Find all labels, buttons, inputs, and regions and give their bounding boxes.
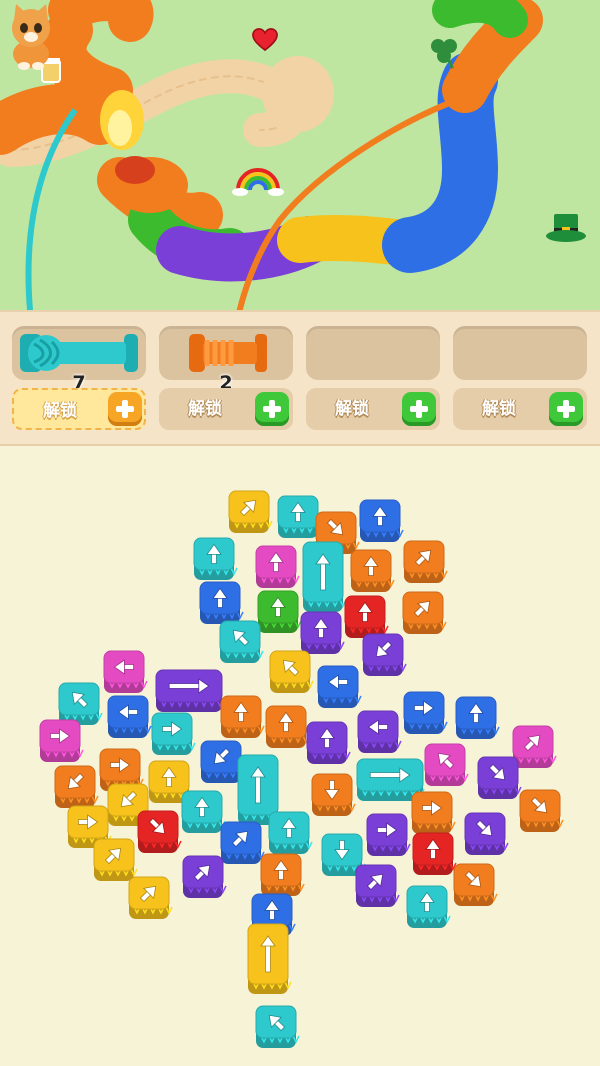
spool-slot-4-empty[interactable] <box>453 326 587 380</box>
yarn-block-yellow[interactable] <box>269 650 314 693</box>
yarn-block-purple[interactable] <box>182 855 227 898</box>
yarn-block-cyan[interactable] <box>255 1005 300 1048</box>
unlock-label: 解锁 <box>43 401 77 421</box>
yarn-block-orange[interactable] <box>54 765 99 808</box>
yarn-block-cyan[interactable] <box>277 495 322 538</box>
yarn-block-purple[interactable] <box>155 669 224 712</box>
yarn-block-pink[interactable] <box>512 725 557 768</box>
yarn-block-cyan[interactable] <box>58 682 103 725</box>
yarn-block-green[interactable] <box>257 590 302 633</box>
spool-shelf: 7 2 解锁 解锁 解锁 解锁 <box>0 310 600 446</box>
yarn-block-blue[interactable] <box>403 691 448 734</box>
yarn-block-orange[interactable] <box>411 791 456 834</box>
spool-slot-3-empty[interactable] <box>306 326 440 380</box>
yarn-block-blue[interactable] <box>359 499 404 542</box>
yarn-block-board <box>0 444 600 1066</box>
scene-art <box>0 0 586 310</box>
yarn-block-cyan[interactable] <box>193 537 238 580</box>
game-scene <box>0 0 600 310</box>
yarn-block-orange[interactable] <box>220 695 265 738</box>
yarn-block-blue[interactable] <box>107 695 152 738</box>
yarn-block-pink[interactable] <box>39 719 84 762</box>
yarn-block-purple[interactable] <box>357 710 402 753</box>
yarn-block-purple[interactable] <box>477 756 522 799</box>
spool-slot-1[interactable]: 7 <box>12 326 146 394</box>
flame-icon <box>100 90 144 150</box>
cat-avatar <box>12 4 50 70</box>
plus-icon <box>549 392 583 426</box>
yarn-block-orange[interactable] <box>260 853 305 896</box>
heart-icon <box>252 28 278 51</box>
yarn-block-red[interactable] <box>137 810 182 853</box>
yarn-block-blue[interactable] <box>317 665 362 708</box>
yarn-block-pink[interactable] <box>255 545 300 588</box>
cat-pad <box>262 56 334 132</box>
yarn-block-orange[interactable] <box>265 705 310 748</box>
unlock-slot-button-1[interactable]: 解锁 <box>12 388 146 430</box>
yarn-block-purple[interactable] <box>300 611 345 654</box>
yarn-block-orange[interactable] <box>403 540 448 583</box>
yarn-block-cyan[interactable] <box>406 885 451 928</box>
yarn-block-purple[interactable] <box>366 813 411 856</box>
yarn-block-cyan[interactable] <box>268 811 313 854</box>
yarn-block-purple[interactable] <box>355 864 400 907</box>
yarn-block-purple[interactable] <box>306 721 351 764</box>
yarn-block-pink[interactable] <box>424 743 469 786</box>
block-field <box>39 490 564 1048</box>
yarn-block-cyan[interactable] <box>219 620 264 663</box>
yarn-block-yellow[interactable] <box>228 490 273 533</box>
yarn-block-purple[interactable] <box>464 812 509 855</box>
yarn-block-orange[interactable] <box>453 863 498 906</box>
yarn-block-cyan[interactable] <box>151 712 196 755</box>
yarn-block-orange[interactable] <box>402 591 447 634</box>
unlock-slot-button-4[interactable]: 解锁 <box>453 388 587 430</box>
unlock-label: 解锁 <box>335 399 369 419</box>
rainbow-icon <box>232 168 284 196</box>
yarn-block-yellow[interactable] <box>128 876 173 919</box>
yarn-block-blue[interactable] <box>220 821 265 864</box>
yarn-block-red[interactable] <box>344 595 389 638</box>
leprechaun-hat-icon <box>546 214 586 242</box>
plus-icon <box>108 392 142 426</box>
yarn-block-orange[interactable] <box>311 773 356 816</box>
plus-icon <box>402 392 436 426</box>
unlock-label: 解锁 <box>482 399 516 419</box>
yarn-block-orange[interactable] <box>350 549 395 592</box>
spool-slot-2[interactable]: 2 <box>159 326 293 394</box>
yarn-block-purple[interactable] <box>362 633 407 676</box>
yarn-block-yellow[interactable] <box>93 838 138 881</box>
unlock-slot-button-2[interactable]: 解锁 <box>159 388 293 430</box>
yarn-block-pink[interactable] <box>103 650 148 693</box>
yarn-block-cyan[interactable] <box>302 541 347 612</box>
yarn-block-orange[interactable] <box>519 789 564 832</box>
yarn-block-red[interactable] <box>412 832 457 875</box>
yarn-block-cyan[interactable] <box>181 790 226 833</box>
yarn-block-blue[interactable] <box>455 696 500 739</box>
yarn-block-blue[interactable] <box>199 581 244 624</box>
plus-icon <box>255 392 289 426</box>
unlock-label: 解锁 <box>188 399 222 419</box>
yarn-block-yellow[interactable] <box>247 923 292 994</box>
unlock-slot-button-3[interactable]: 解锁 <box>306 388 440 430</box>
